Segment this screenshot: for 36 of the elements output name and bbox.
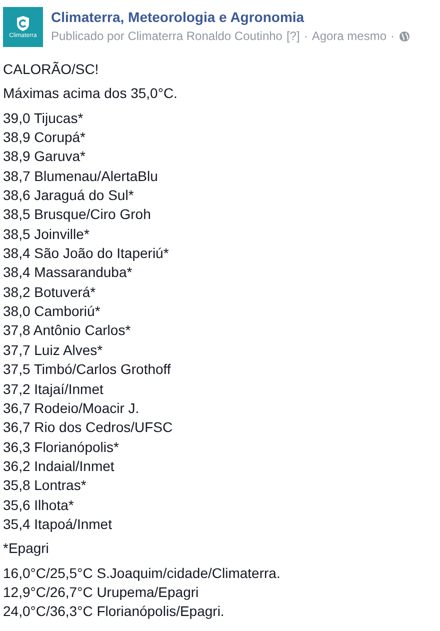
temperature-reading: 38,9 Garuva* — [3, 147, 86, 166]
temperature-reading: 37,8 Antônio Carlos* — [3, 321, 132, 340]
temperature-reading: 37,2 Itajaí/Inmet — [3, 380, 104, 399]
temperature-reading: 36,7 Rio dos Cedros/UFSC — [3, 418, 174, 438]
temperature-reading: 38,5 Brusque/Ciro Groh — [3, 205, 152, 224]
separator-dot: · — [304, 28, 308, 44]
temperature-reading: 38,6 Jaraguá do Sul* — [3, 186, 135, 206]
globe-icon[interactable] — [398, 30, 410, 42]
temperature-reading: 37,5 Timbó/Carlos Grothoff — [3, 360, 172, 380]
temperature-reading: 38,5 Joinville* — [3, 224, 90, 244]
temperature-reading: 39,0 Tijucas* — [3, 108, 84, 128]
temperature-reading: 36,2 Indaial/Inmet — [3, 456, 116, 476]
temperature-reading: 38,4 Massaranduba* — [3, 263, 134, 282]
temperature-reading: 37,7 Luiz Alves* — [3, 340, 104, 360]
temperature-range: 24,0°C/36,3°C Florianópolis/Epagri. — [3, 602, 226, 622]
page-name-link[interactable]: Climaterra, Meteorologia e Agronomia — [51, 9, 304, 25]
temperature-range: 16,0°C/25,5°C S.Joaquim/cidade/Climaterra. — [3, 564, 282, 583]
shield-icon — [15, 15, 31, 32]
temperature-reading: 36,3 Florianópolis* — [3, 438, 120, 457]
temperature-reading: 35,8 Lontras* — [3, 476, 88, 496]
temperature-range: 12,9°C/26,7°C Urupema/Epagri — [3, 582, 200, 602]
footnote-text: *Epagri — [3, 539, 50, 558]
temperature-reading: 36,7 Rodeio/Moacir J. — [3, 398, 140, 418]
separator-dot: · — [390, 28, 395, 44]
temperature-reading: 38,7 Blumenau/AlertaBlu — [3, 166, 159, 186]
temperature-reading: 35,6 Ilhota* — [3, 496, 75, 515]
help-link[interactable]: [?] — [286, 28, 300, 44]
timestamp-link[interactable]: Agora mesmo — [312, 28, 387, 44]
temperature-reading: 38,2 Botuverá* — [3, 282, 97, 302]
temperature-reading: 38,0 Camboriú* — [3, 302, 102, 322]
temperature-reading: 38,4 São João do Itaperiú* — [3, 244, 170, 264]
publisher-text: Publicado por Climaterra Ronaldo Coutinho — [51, 28, 282, 44]
temperature-reading: 38,9 Corupá* — [3, 128, 87, 148]
post-headline: CALORÃO/SC! — [3, 60, 100, 79]
temperature-reading: 35,4 Itapoá/Inmet — [3, 514, 113, 534]
post-text: Máximas acima dos 35,0°C. — [3, 84, 178, 104]
